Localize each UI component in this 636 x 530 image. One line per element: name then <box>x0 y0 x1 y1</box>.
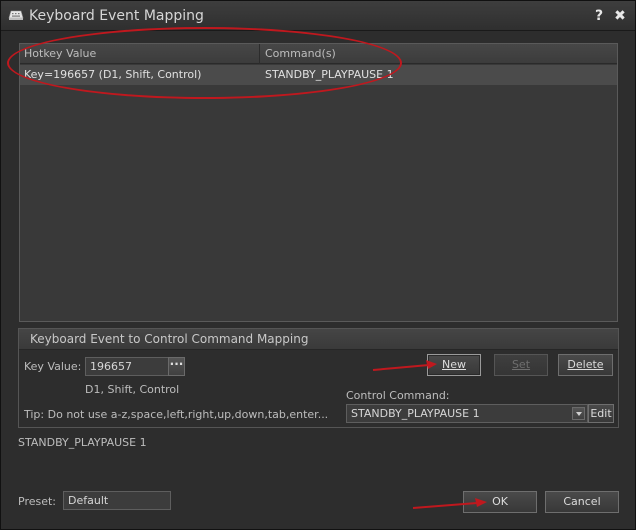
cancel-button[interactable]: Cancel <box>545 491 619 513</box>
command-cell: STANDBY_PLAYPAUSE 1 <box>265 68 394 81</box>
key-value-label: Key Value: <box>24 360 82 373</box>
hotkey-table[interactable]: Hotkey Value Command(s) Key=196657 (D1, … <box>19 43 618 322</box>
column-header-hotkey[interactable]: Hotkey Value <box>20 44 260 64</box>
delete-button[interactable]: Delete <box>558 354 613 376</box>
key-browse-button[interactable]: ··· <box>168 357 185 376</box>
title-bar[interactable]: Keyboard Event Mapping ? ✖ <box>1 1 635 31</box>
control-command-value: STANDBY_PLAYPAUSE 1 <box>351 407 480 420</box>
preset-label: Preset: <box>18 495 57 508</box>
control-command-label: Control Command: <box>346 389 450 402</box>
mapping-group-header: Keyboard Event to Control Command Mappin… <box>19 329 618 350</box>
table-header: Hotkey Value Command(s) <box>20 44 617 64</box>
help-icon[interactable]: ? <box>591 7 607 25</box>
ok-button[interactable]: OK <box>463 491 537 513</box>
chevron-down-icon[interactable] <box>572 407 585 420</box>
window-title: Keyboard Event Mapping <box>29 8 204 24</box>
set-button-label: Set <box>511 358 531 371</box>
hotkey-cell: Key=196657 (D1, Shift, Control) <box>24 68 202 81</box>
mapping-group: Keyboard Event to Control Command Mappin… <box>18 328 619 428</box>
close-icon[interactable]: ✖ <box>612 7 628 25</box>
key-value-input[interactable]: 196657 <box>85 357 169 376</box>
new-button[interactable]: New <box>427 354 481 376</box>
table-row[interactable]: Key=196657 (D1, Shift, Control) STANDBY_… <box>20 65 617 85</box>
status-text: STANDBY_PLAYPAUSE 1 <box>18 436 147 449</box>
new-button-label: New <box>442 358 466 371</box>
keyboard-event-mapping-dialog: Keyboard Event Mapping ? ✖ Hotkey Value … <box>0 0 636 530</box>
preset-input[interactable]: Default <box>63 491 171 510</box>
key-description: D1, Shift, Control <box>85 383 180 396</box>
column-header-commands[interactable]: Command(s) <box>261 44 617 64</box>
set-button[interactable]: Set <box>494 354 548 376</box>
keyboard-icon <box>8 10 24 20</box>
delete-button-label: Delete <box>567 358 604 371</box>
edit-command-button[interactable]: Edit <box>588 404 614 423</box>
tip-text: Tip: Do not use a-z,space,left,right,up,… <box>24 408 329 421</box>
control-command-select[interactable]: STANDBY_PLAYPAUSE 1 <box>346 404 588 423</box>
mapping-group-title: Keyboard Event to Control Command Mappin… <box>30 332 309 346</box>
